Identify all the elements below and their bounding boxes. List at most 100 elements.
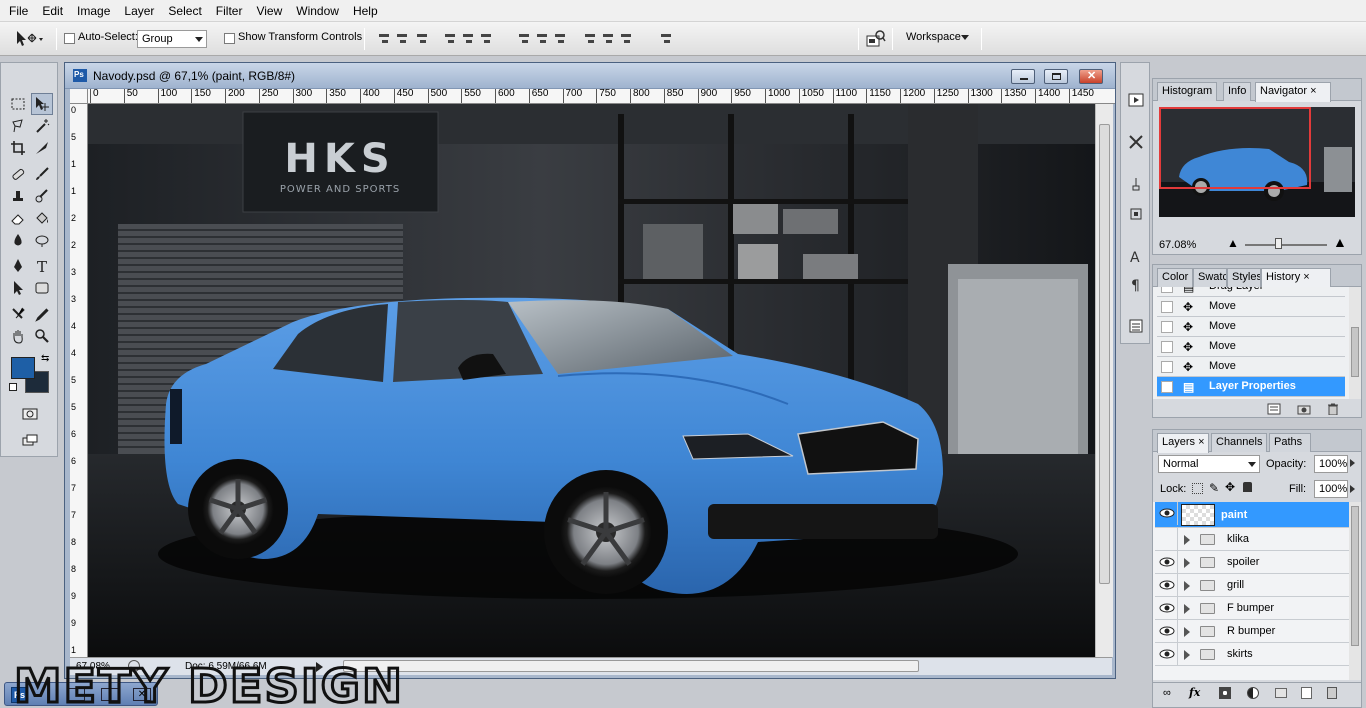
visibility-eye-icon[interactable] xyxy=(1159,533,1175,545)
align-button-icon[interactable] xyxy=(444,31,458,46)
tab-layers[interactable]: Layers × xyxy=(1157,433,1209,453)
pen-tool-icon[interactable] xyxy=(7,255,29,277)
zoom-tool-icon[interactable] xyxy=(31,325,53,347)
dodge-tool-icon[interactable] xyxy=(31,229,53,251)
blur-tool-icon[interactable] xyxy=(7,229,29,251)
align-button-icon[interactable] xyxy=(416,31,430,46)
show-transform-checkbox[interactable] xyxy=(224,33,235,44)
new-document-from-state-icon[interactable] xyxy=(1267,403,1281,418)
workspace-menu[interactable]: Workspace xyxy=(906,31,961,43)
minimize-button[interactable] xyxy=(1011,69,1035,84)
vertical-scrollbar[interactable] xyxy=(1095,104,1113,657)
default-colors-icon[interactable] xyxy=(9,383,17,391)
delete-layer-icon[interactable] xyxy=(1327,687,1337,699)
new-group-icon[interactable] xyxy=(1275,688,1287,698)
layer-row[interactable]: F bumper xyxy=(1155,597,1349,620)
type-tool-icon[interactable]: T xyxy=(31,255,53,277)
opacity-input[interactable]: 100% xyxy=(1314,455,1348,473)
lasso-tool-icon[interactable] xyxy=(7,115,29,137)
expand-group-icon[interactable] xyxy=(1184,604,1190,614)
document-title-bar[interactable]: Ps Navody.psd @ 67,1% (paint, RGB/8#) ✕ xyxy=(65,63,1115,89)
tab-color[interactable]: Color xyxy=(1157,268,1193,287)
image-canvas[interactable]: HKS POWER AND SPORTS xyxy=(88,104,1095,657)
swap-colors-icon[interactable]: ⇆ xyxy=(41,353,49,364)
marquee-tool-icon[interactable] xyxy=(7,93,29,115)
visibility-eye-icon[interactable] xyxy=(1159,507,1175,519)
trash-icon[interactable] xyxy=(1327,403,1339,418)
history-scrollbar[interactable] xyxy=(1349,287,1361,399)
add-mask-icon[interactable] xyxy=(1219,687,1231,699)
snapshot-icon[interactable] xyxy=(1297,403,1311,418)
align-button-icon[interactable] xyxy=(396,31,410,46)
navigator-zoom-handle[interactable] xyxy=(1275,238,1282,249)
menu-select[interactable]: Select xyxy=(161,0,208,22)
clone-stamp-icon[interactable] xyxy=(7,185,29,207)
close-tab-icon[interactable]: × xyxy=(1310,85,1316,97)
clone-source-icon[interactable] xyxy=(1125,203,1147,225)
layer-row[interactable]: paint xyxy=(1155,502,1349,528)
layer-name[interactable]: klika xyxy=(1227,533,1249,545)
menu-edit[interactable]: Edit xyxy=(35,0,70,22)
history-item[interactable]: ▤ Layer Properties xyxy=(1157,377,1345,397)
new-layer-icon[interactable] xyxy=(1301,687,1312,699)
align-button-icon[interactable] xyxy=(620,31,634,46)
navigator-zoom-value[interactable]: 67.08% xyxy=(1159,239,1196,251)
close-tab-icon[interactable]: × xyxy=(1198,436,1204,448)
align-button-icon[interactable] xyxy=(584,31,598,46)
eraser-tool-icon[interactable] xyxy=(7,207,29,229)
layer-row[interactable]: R bumper xyxy=(1155,620,1349,643)
snapshot-source-box[interactable] xyxy=(1161,321,1173,333)
opacity-slider-arrow-icon[interactable] xyxy=(1350,459,1355,467)
layer-row[interactable]: spoiler xyxy=(1155,551,1349,574)
visibility-eye-icon[interactable] xyxy=(1159,556,1175,568)
blend-mode-dropdown[interactable]: Normal xyxy=(1158,455,1260,473)
visibility-eye-icon[interactable] xyxy=(1159,625,1175,637)
menu-help[interactable]: Help xyxy=(346,0,385,22)
layer-name[interactable]: F bumper xyxy=(1227,602,1274,614)
tool-presets-icon[interactable] xyxy=(1125,131,1147,153)
close-button[interactable]: ✕ xyxy=(1079,69,1103,84)
tab-channels[interactable]: Channels xyxy=(1211,433,1267,452)
actions-panel-icon[interactable] xyxy=(1125,89,1147,111)
maximize-button[interactable] xyxy=(1044,69,1068,84)
snapshot-source-box[interactable] xyxy=(1161,361,1173,373)
align-button-icon[interactable] xyxy=(480,31,494,46)
menu-view[interactable]: View xyxy=(249,0,289,22)
history-scroll-thumb[interactable] xyxy=(1351,327,1359,377)
fill-slider-arrow-icon[interactable] xyxy=(1350,485,1355,493)
screen-mode-icon[interactable] xyxy=(19,429,41,451)
character-panel-icon[interactable]: A xyxy=(1125,245,1147,267)
snapshot-source-box[interactable] xyxy=(1161,301,1173,313)
ruler-origin[interactable] xyxy=(70,89,88,104)
slice-tool-icon[interactable] xyxy=(31,137,53,159)
layer-row[interactable]: skirts xyxy=(1155,643,1349,666)
layer-comps-icon[interactable] xyxy=(1125,315,1147,337)
tab-navigator[interactable]: Navigator × xyxy=(1255,82,1331,102)
tab-paths[interactable]: Paths xyxy=(1269,433,1311,452)
tab-info[interactable]: Info xyxy=(1223,82,1252,101)
quick-mask-icon[interactable] xyxy=(19,403,41,425)
foreground-color-swatch[interactable] xyxy=(11,357,35,379)
magic-wand-icon[interactable] xyxy=(31,115,53,137)
healing-brush-icon[interactable] xyxy=(7,163,29,185)
horizontal-ruler[interactable]: 0 50 100 150 200 250 300 350 400 450 500 550 600 650 7… xyxy=(88,89,1115,104)
history-item[interactable]: ✥ Move xyxy=(1157,297,1345,317)
layers-scrollbar[interactable] xyxy=(1349,502,1361,680)
snapshot-source-box[interactable] xyxy=(1161,341,1173,353)
history-item[interactable]: ✥ Move xyxy=(1157,357,1345,377)
align-button-icon[interactable] xyxy=(602,31,616,46)
navigator-preview[interactable] xyxy=(1159,107,1355,217)
tab-styles[interactable]: Styles xyxy=(1227,268,1261,287)
history-item[interactable]: ✥ Move xyxy=(1157,317,1345,337)
brush-tool-icon[interactable] xyxy=(31,163,53,185)
snapshot-source-box[interactable] xyxy=(1161,381,1173,393)
zoom-out-icon[interactable]: ▲ xyxy=(1227,236,1239,250)
path-selection-icon[interactable] xyxy=(7,277,29,299)
layer-name[interactable]: R bumper xyxy=(1227,625,1275,637)
snapshot-source-box[interactable] xyxy=(1161,287,1173,293)
tab-histogram[interactable]: Histogram xyxy=(1157,82,1218,101)
align-button-icon[interactable] xyxy=(378,31,392,46)
layer-name[interactable]: paint xyxy=(1221,509,1247,521)
menu-filter[interactable]: Filter xyxy=(209,0,250,22)
fill-input[interactable]: 100% xyxy=(1314,480,1348,498)
